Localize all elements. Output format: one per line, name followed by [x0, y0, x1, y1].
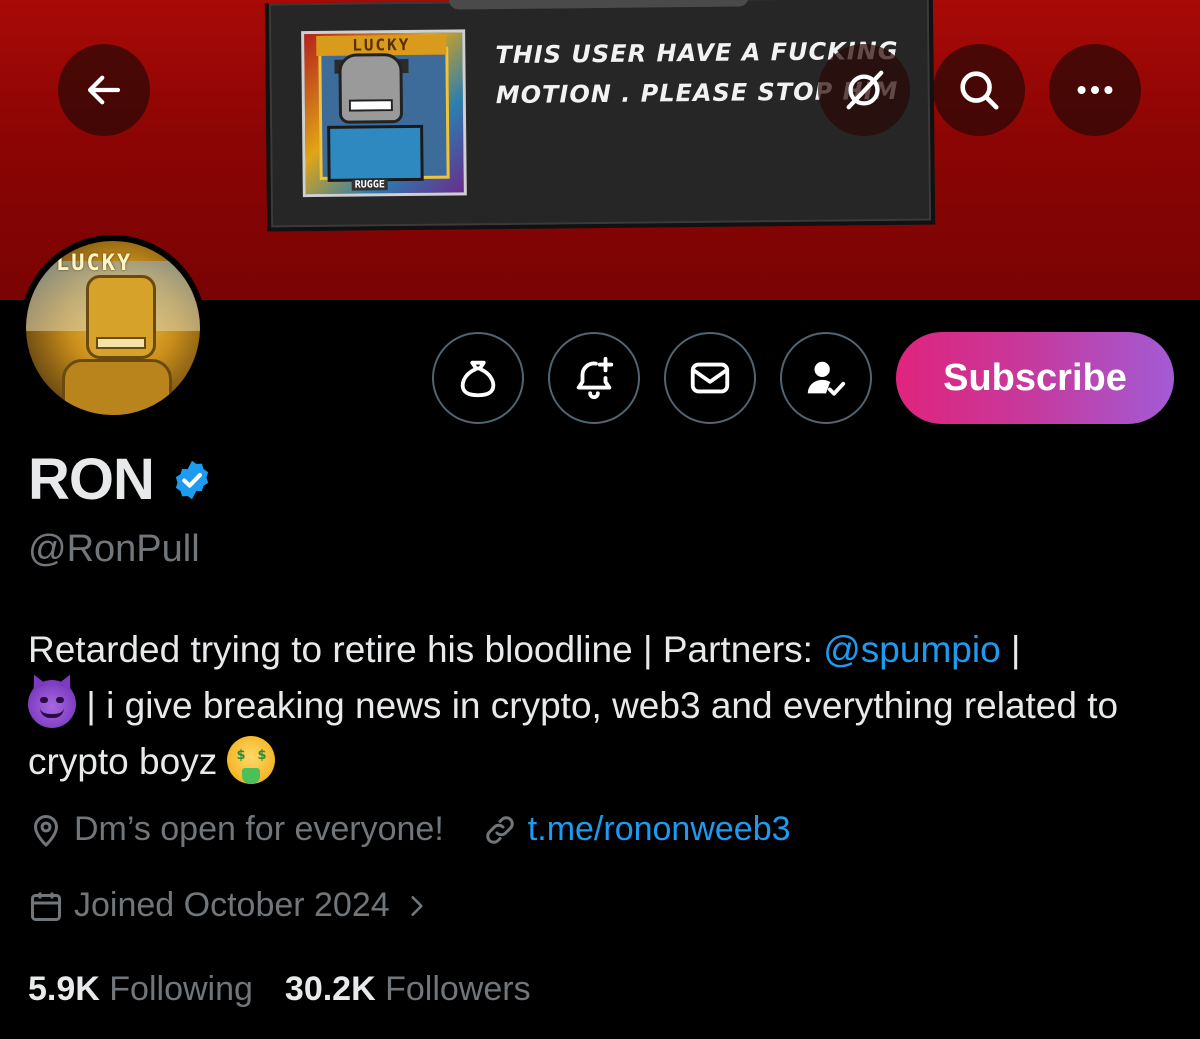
bio-mention-link[interactable]: @spumpio [823, 629, 1000, 670]
meme-thumb-bottom-text: RUGGE [351, 179, 388, 191]
location-text: Dm’s open for everyone! [74, 810, 444, 848]
display-name: RON [28, 447, 155, 512]
avatar-image: LUCKY [26, 241, 200, 415]
envelope-icon [690, 362, 730, 394]
followers-count: 30.2K [284, 970, 376, 1008]
subscribe-button[interactable]: Subscribe [896, 332, 1174, 424]
message-button[interactable] [664, 332, 756, 424]
smiling-devil-emoji [28, 680, 76, 728]
notifications-button[interactable] [548, 332, 640, 424]
avatar[interactable]: LUCKY [20, 235, 206, 421]
bio-text: | [1000, 629, 1021, 670]
location-icon [28, 812, 64, 848]
search-icon [960, 71, 999, 110]
back-button[interactable] [58, 44, 150, 136]
following-label: Following [109, 970, 253, 1008]
bell-plus-icon [576, 356, 614, 400]
money-mouth-emoji: $ $ [227, 736, 276, 784]
calendar-icon [28, 888, 64, 924]
meme-caption-line-1: THIS USER HAVE A FUCKING [495, 36, 899, 70]
grok-button[interactable] [818, 44, 910, 136]
more-button[interactable] [1049, 44, 1141, 136]
avatar-text: LUCKY [56, 251, 133, 276]
profile-meta-row: Dm’s open for everyone! t.me/rononweeb3 [28, 810, 791, 849]
following-button[interactable] [780, 332, 872, 424]
joined-text: Joined October 2024 [74, 886, 390, 924]
following-stat[interactable]: 5.9K Following [28, 970, 253, 1009]
follow-stats: 5.9K Following 30.2K Followers [28, 970, 531, 1009]
tip-button[interactable] [432, 332, 524, 424]
followers-stat[interactable]: 30.2K Followers [285, 970, 531, 1009]
grok-icon [846, 70, 884, 110]
following-count: 5.9K [28, 970, 100, 1008]
more-horizontal-icon [1077, 85, 1113, 95]
joined-row[interactable]: Joined October 2024 [28, 886, 440, 925]
chevron-right-icon [404, 891, 430, 921]
verified-badge-icon[interactable] [170, 458, 214, 502]
bio-text: Retarded trying to retire his bloodline … [28, 629, 824, 670]
followers-label: Followers [385, 970, 531, 1008]
user-handle: @RonPull [28, 528, 200, 570]
user-check-icon [807, 361, 846, 396]
arrow-left-icon [87, 75, 121, 105]
profile-bio: Retarded trying to retire his bloodline … [28, 622, 1178, 790]
display-name-row: RON [28, 446, 214, 513]
money-bag-icon [460, 360, 496, 398]
search-button[interactable] [933, 44, 1025, 136]
bio-text: | i give breaking news in crypto, web3 a… [28, 685, 1119, 782]
website-link[interactable]: t.me/rononweeb3 [528, 810, 791, 849]
link-icon [482, 812, 518, 848]
meme-thumbnail: LUCKY RUGGE [301, 29, 467, 198]
profile-banner[interactable]: LUCKY RUGGE THIS USER HAVE A FUCKING MOT… [0, 0, 1200, 300]
